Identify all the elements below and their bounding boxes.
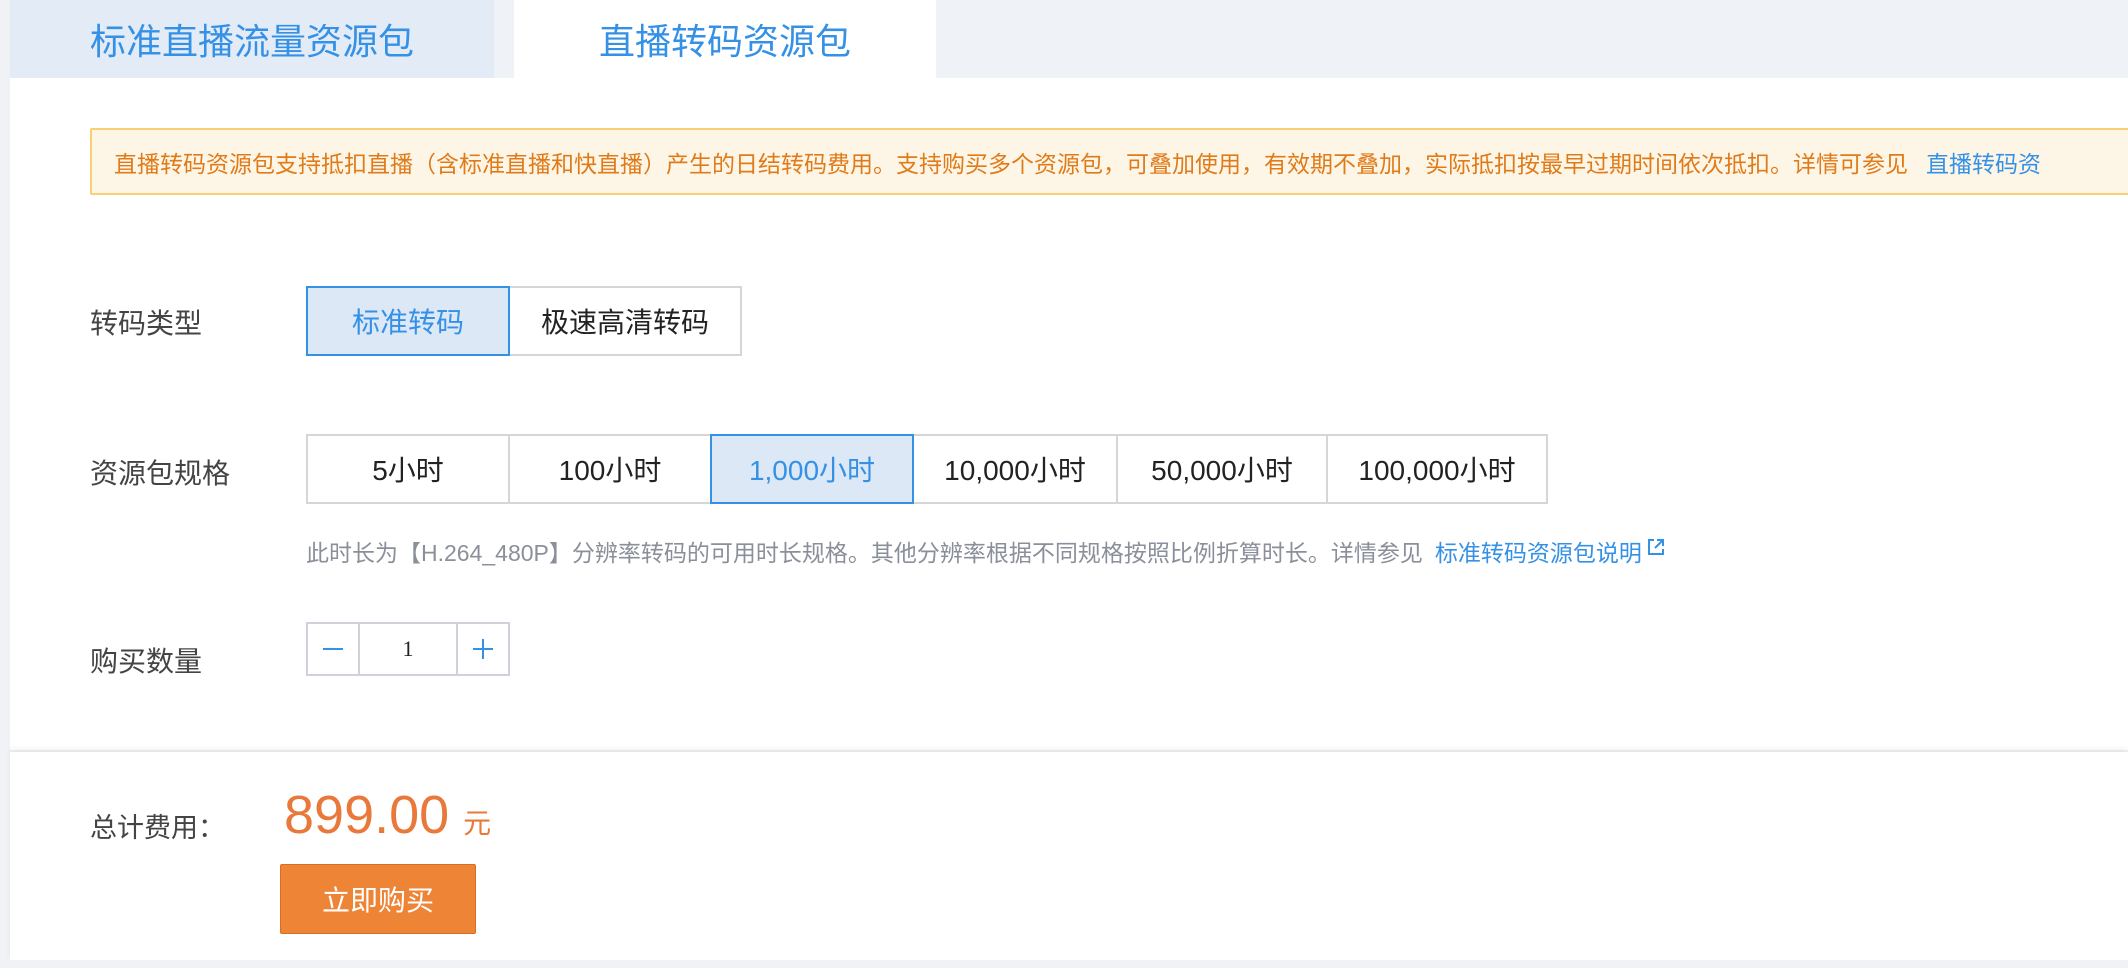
total-cost-label: 总计费用： [90,813,225,843]
price-value: 899.00 [284,785,450,845]
minus-icon [323,648,343,650]
transcode-type-selector: 标准转码 极速高清转码 [306,286,742,356]
tab-standard-live-traffic[interactable]: 标准直播流量资源包 [10,0,494,78]
hint-link[interactable]: 标准转码资源包说明 [1434,539,1666,566]
spec-option-100h[interactable]: 100小时 [508,434,712,504]
transcode-option-standard[interactable]: 标准转码 [306,286,510,356]
external-link-icon [1647,539,1664,555]
spec-option-10000h[interactable]: 10,000小时 [912,434,1118,504]
quantity-label: 购买数量 [90,646,203,677]
decrement-button[interactable] [308,624,360,674]
plus-icon [473,639,493,659]
spec-option-50000h[interactable]: 50,000小时 [1116,434,1328,504]
package-spec-hint: 此时长为【H.264_480P】分辨率转码的可用时长规格。其他分辨率根据不同规格… [306,534,1666,568]
transcode-type-label: 转码类型 [90,308,203,339]
spec-option-1000h[interactable]: 1,000小时 [710,434,914,504]
tab-bar: 标准直播流量资源包 直播转码资源包 [10,0,2128,78]
notice-link[interactable]: 直播转码资 [1926,145,2041,179]
hint-link-label: 标准转码资源包说明 [1434,540,1642,566]
notice-text: 直播转码资源包支持抵扣直播（含标准直播和快直播）产生的日结转码费用。支持购买多个… [114,150,1908,177]
buy-now-button[interactable]: 立即购买 [280,864,476,934]
package-spec-selector: 5小时 100小时 1,000小时 10,000小时 50,000小时 100,… [306,434,1548,504]
spec-option-100000h[interactable]: 100,000小时 [1326,434,1548,504]
notice-banner: 直播转码资源包支持抵扣直播（含标准直播和快直播）产生的日结转码费用。支持购买多个… [90,128,2128,195]
spec-option-5h[interactable]: 5小时 [306,434,510,504]
transcode-option-fast-hd[interactable]: 极速高清转码 [508,286,742,356]
total-price: 899.00 元 [284,784,491,846]
quantity-input[interactable] [360,624,456,674]
hint-text: 此时长为【H.264_480P】分辨率转码的可用时长规格。其他分辨率根据不同规格… [306,540,1423,566]
quantity-stepper [306,622,510,676]
tab-live-transcode[interactable]: 直播转码资源包 [514,0,936,78]
package-spec-label: 资源包规格 [90,458,231,489]
bottom-strip [0,960,2128,968]
price-unit: 元 [463,808,492,839]
increment-button[interactable] [456,624,508,674]
